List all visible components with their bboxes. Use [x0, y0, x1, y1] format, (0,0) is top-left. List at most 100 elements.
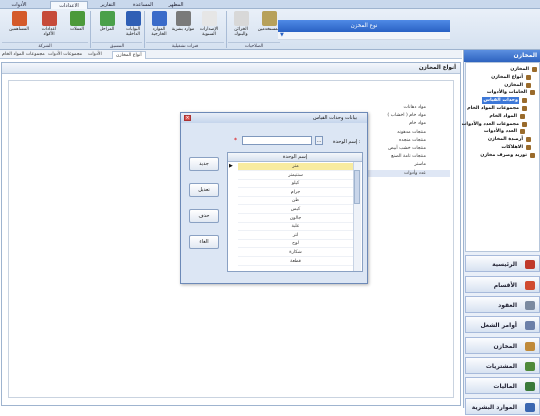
ribbon-button-stages[interactable]: المراحل — [94, 11, 120, 32]
folder-icon — [526, 137, 531, 143]
ribbon-button-label: المساهمين — [9, 27, 29, 32]
units-grid: إسم الوحدة ▶ متر سنتيمتر كيلو جرام طن كيس جالو… — [227, 152, 363, 272]
folder-icon — [530, 90, 535, 96]
tree-filter-bar[interactable]: ▼ — [278, 32, 450, 40]
sidebar-item[interactable]: أنواع المخازن — [491, 74, 523, 81]
module-button[interactable]: الماليات — [465, 377, 540, 394]
module-button[interactable]: المخازن — [465, 337, 540, 354]
filter-icon[interactable]: ▼ — [280, 32, 284, 38]
sidebar-item[interactable]: المواد الخام — [489, 113, 517, 120]
sidebar-item[interactable]: أرصدة المخازن — [488, 136, 523, 143]
module-button[interactable]: الرئيسية — [465, 255, 540, 272]
module-label: المشتريات — [485, 363, 517, 370]
grid-row[interactable]: متر — [238, 163, 353, 171]
ribbon-button-label: الإصدارات السنوية — [199, 27, 219, 37]
dialog-title: بيانات وحدات القياس — [181, 113, 367, 123]
sidebar: المخازن المخازن أنواع المخازن المخازن الخام… — [462, 50, 540, 415]
ribbon-button-label: العملات — [70, 27, 84, 32]
folder-icon — [520, 113, 525, 119]
sidebar-item[interactable]: الخامات والأدوات — [487, 89, 527, 96]
doctab-tools[interactable]: الأدوات — [88, 51, 102, 59]
module-icon — [525, 301, 535, 310]
sidebar-item[interactable]: مجموعات العدد والأدوات — [462, 121, 519, 128]
grid-row[interactable]: لوح — [238, 240, 353, 249]
row-pointer-icon: ▶ — [229, 163, 233, 169]
group-operating-periods: فترات تشغيلية — [146, 42, 224, 49]
group-permissions: الصلاحيات — [228, 42, 280, 49]
grid-row[interactable]: جالون — [238, 215, 353, 223]
doctab-material-groups[interactable]: مجموعات المواد الخام — [2, 51, 45, 59]
tab-help[interactable]: المساعدة — [126, 1, 160, 9]
new-button[interactable]: جديد — [189, 157, 219, 171]
ribbon-button-gateway[interactable]: البوابات الداخلية — [120, 11, 146, 37]
tab-reports[interactable]: التقارير — [92, 1, 124, 9]
unit-name-input[interactable] — [242, 136, 312, 145]
grid-row[interactable]: لتر — [238, 232, 353, 240]
module-button[interactable]: المشتريات — [465, 357, 540, 374]
ribbon-button-globe[interactable]: الموارد الخارجية — [146, 11, 172, 37]
edit-button[interactable]: تعديل — [189, 183, 219, 197]
module-button[interactable]: الأقسام — [465, 276, 540, 293]
ribbon-button-currency[interactable]: العملات — [64, 11, 90, 32]
folder-icon — [522, 106, 527, 111]
sidebar-item[interactable]: الاهلاكات — [501, 144, 523, 151]
module-button[interactable]: أوامر الشغل — [465, 316, 540, 333]
module-button[interactable]: العقود — [465, 296, 540, 313]
grid-row[interactable]: علبة — [238, 223, 353, 232]
doctab-store-types[interactable]: أنواع المخازن — [112, 51, 146, 59]
page-title: أنواع المخازن — [2, 63, 460, 74]
sidebar-item[interactable]: مجموعات المواد الخام — [467, 105, 519, 112]
ribbon-tab-row: الأدوات الاعدادات التقارير المساعدة المظ… — [0, 0, 540, 9]
sidebar-item[interactable]: المخازن — [510, 66, 529, 73]
module-icon — [525, 281, 535, 290]
ribbon-button-label: الموارد الخارجية — [151, 27, 167, 37]
ribbon-button-shareholders[interactable]: المساهمين — [6, 11, 32, 32]
delete-button[interactable]: حذف — [189, 209, 219, 223]
unit-name-label: إسم الوحدة : — [333, 139, 361, 145]
module-button[interactable]: الموارد البشرية — [465, 398, 540, 415]
required-mark: * — [234, 137, 237, 144]
grid-row[interactable]: جرام — [238, 189, 353, 197]
module-icon — [525, 342, 535, 351]
ribbon-button-label: موارد بشرية — [171, 27, 195, 32]
tree-header: نوع المخزن — [278, 20, 450, 32]
ribbon-button-label: اعدادات الأكواد — [41, 27, 57, 37]
grid-scroll-thumb[interactable] — [354, 170, 360, 204]
ribbon-button-label: البوابات الداخلية — [125, 27, 141, 37]
grid-row[interactable]: طن — [238, 197, 353, 206]
ribbon-button-hr[interactable]: موارد بشرية — [170, 11, 196, 32]
sidebar-item[interactable]: المخازن — [504, 82, 523, 89]
ribbon-button-label: الخزائن والبنوك — [234, 27, 248, 37]
module-icon — [525, 382, 535, 391]
ribbon-button-calendar[interactable]: الإصدارات السنوية — [196, 11, 222, 37]
tab-appearance[interactable]: المظهر — [162, 1, 190, 9]
grid-row[interactable]: شكارة — [238, 249, 353, 257]
sidebar-tree: المخازن أنواع المخازن المخازن الخامات والأد… — [462, 62, 540, 252]
shareholders-icon — [11, 11, 27, 26]
tree-row[interactable]: مواد دهانات — [278, 104, 450, 111]
grid-header: إسم الوحدة — [228, 153, 362, 162]
tab-tools[interactable]: الأدوات — [6, 1, 32, 9]
browse-button[interactable]: ... — [315, 136, 323, 145]
module-icon — [525, 362, 535, 371]
close-icon[interactable]: × — [184, 115, 191, 121]
cancel-button[interactable]: الغاء — [189, 235, 219, 249]
sidebar-item[interactable]: العدد والأدوات — [484, 128, 517, 135]
sidebar-item[interactable]: وحدات القياس — [482, 97, 519, 105]
sidebar-item[interactable]: توريد وصرف مخازن — [480, 152, 527, 159]
grid-row[interactable]: سنتيمتر — [238, 172, 353, 180]
folder-icon — [522, 98, 527, 104]
module-label: المخازن — [493, 343, 517, 350]
grid-row[interactable]: قطعة — [238, 258, 353, 266]
module-label: الرئيسية — [492, 261, 517, 268]
folder-icon — [520, 129, 525, 135]
doctab-tool-groups[interactable]: مجموعات الأدوات — [48, 51, 82, 59]
module-label: الماليات — [493, 383, 517, 390]
users-icon — [261, 11, 277, 26]
tab-settings[interactable]: الاعدادات — [50, 1, 88, 9]
ribbon-button-codes-settings[interactable]: اعدادات الأكواد — [36, 11, 62, 37]
grid-row[interactable]: كيس — [238, 206, 353, 214]
grid-row[interactable]: كيلو — [238, 180, 353, 189]
ribbon-button-safe[interactable]: الخزائن والبنوك — [228, 11, 254, 37]
ribbon-separator — [144, 11, 145, 48]
